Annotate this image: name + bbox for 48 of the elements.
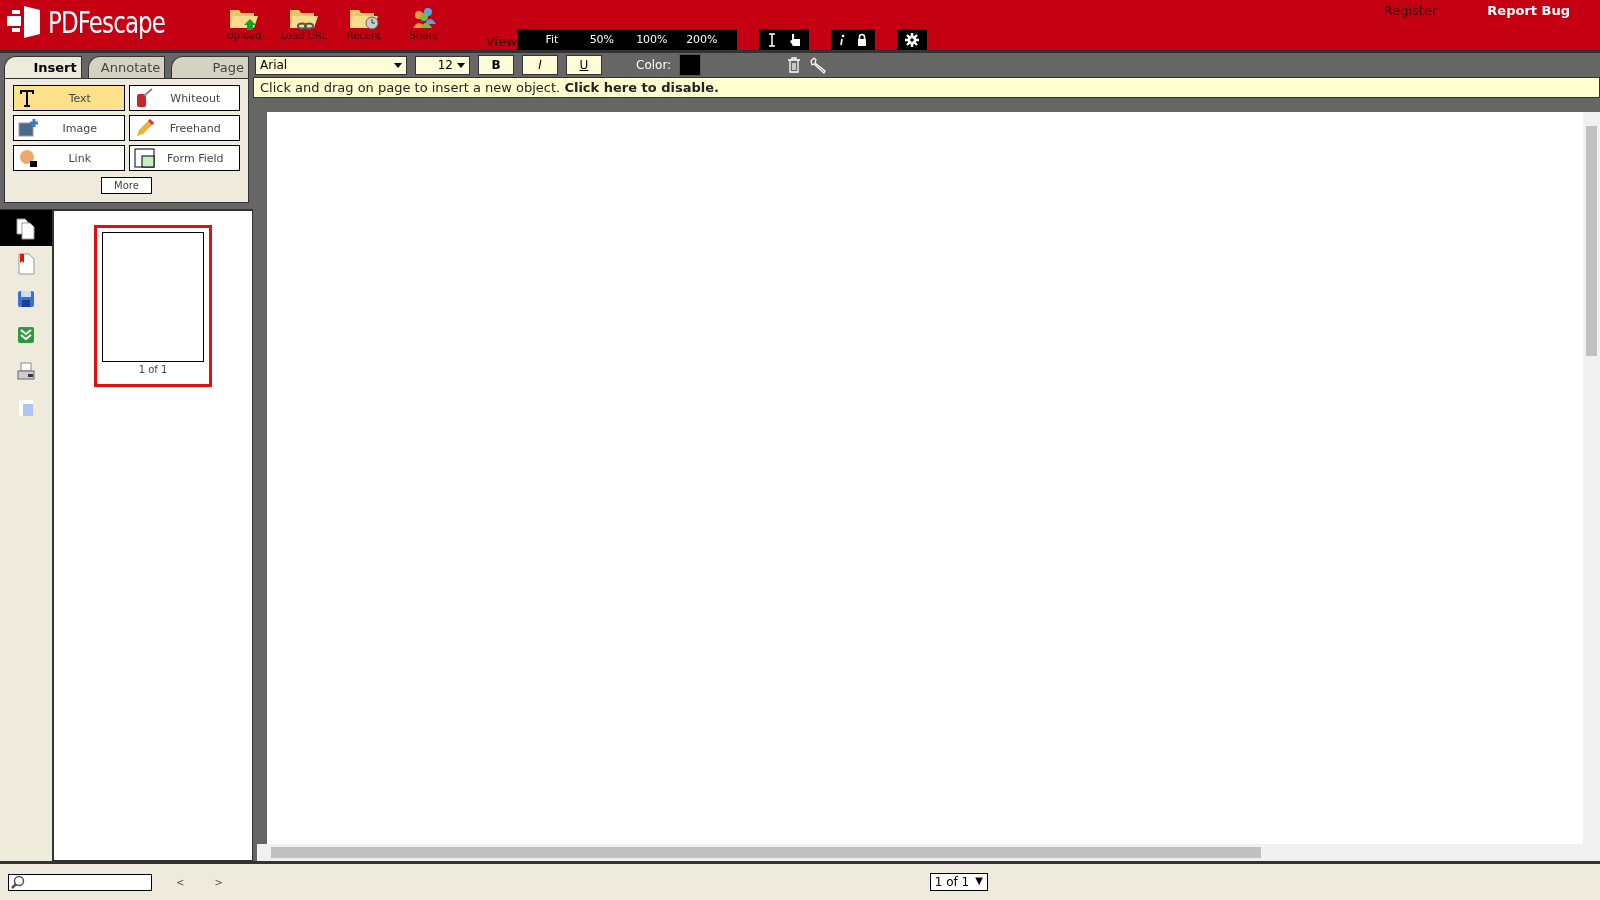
tool-button[interactable]: Image xyxy=(13,115,125,141)
text-cursor-icon[interactable] xyxy=(766,32,777,47)
search-field[interactable] xyxy=(8,873,152,891)
horizontal-scrollbar[interactable] xyxy=(257,844,1600,861)
header-link[interactable]: Report Bug xyxy=(1487,3,1570,18)
next-button[interactable]: > xyxy=(208,875,229,889)
size-select[interactable]: 12 xyxy=(415,55,470,75)
tab[interactable]: Page xyxy=(171,56,249,78)
color-swatch[interactable] xyxy=(679,54,702,76)
people-icon xyxy=(410,6,438,30)
caret-icon xyxy=(394,62,402,68)
trash-icon[interactable] xyxy=(787,57,802,73)
view-label: View xyxy=(486,34,517,49)
more-button[interactable]: More xyxy=(101,177,152,194)
tool-button[interactable]: Freehand xyxy=(128,115,240,141)
tool-button[interactable]: Whiteout xyxy=(128,85,240,111)
previous-button[interactable]: < xyxy=(170,875,191,889)
tool-button[interactable]: Form Field xyxy=(128,145,240,171)
lock-icon[interactable] xyxy=(856,33,867,46)
notice-text[interactable]: Click and drag on page to insert a new object. Click here to disable. xyxy=(253,77,1600,98)
tool-button[interactable]: Text xyxy=(13,85,125,111)
tab[interactable]: Insert xyxy=(4,56,82,78)
info-icon[interactable] xyxy=(838,33,845,46)
bold-button[interactable]: B xyxy=(478,55,514,75)
search-icon xyxy=(11,875,25,889)
settings-icon[interactable] xyxy=(904,32,919,47)
color-label: Color: xyxy=(636,58,672,72)
hand-icon[interactable] xyxy=(788,32,801,47)
page-select[interactable]: 1 of 1 ▼ xyxy=(929,873,988,891)
page-thumbnail[interactable]: 1 of 1 xyxy=(94,225,212,387)
italic-button[interactable]: I xyxy=(522,55,558,75)
zoom-button[interactable]: Fit xyxy=(526,29,577,50)
tool-button[interactable]: Link xyxy=(13,145,125,171)
zoom-button[interactable]: 200% xyxy=(676,29,727,50)
caret-icon xyxy=(457,62,465,68)
sidebar-button[interactable] xyxy=(0,210,52,246)
bookmark-icon xyxy=(15,252,37,276)
zoom-button[interactable]: 50% xyxy=(576,29,627,50)
field-icon xyxy=(133,148,156,168)
font-select[interactable]: Arial xyxy=(255,55,407,75)
zoom-button[interactable]: 100% xyxy=(626,29,677,50)
underline-button[interactable]: U xyxy=(566,55,602,75)
vertical-scrollbar[interactable] xyxy=(1583,112,1600,844)
tab[interactable]: Annotate xyxy=(87,56,166,78)
pages-icon xyxy=(15,216,37,240)
image-icon xyxy=(18,118,40,138)
wrench-icon[interactable] xyxy=(809,56,828,74)
logo-text: PDFescape xyxy=(48,4,166,40)
